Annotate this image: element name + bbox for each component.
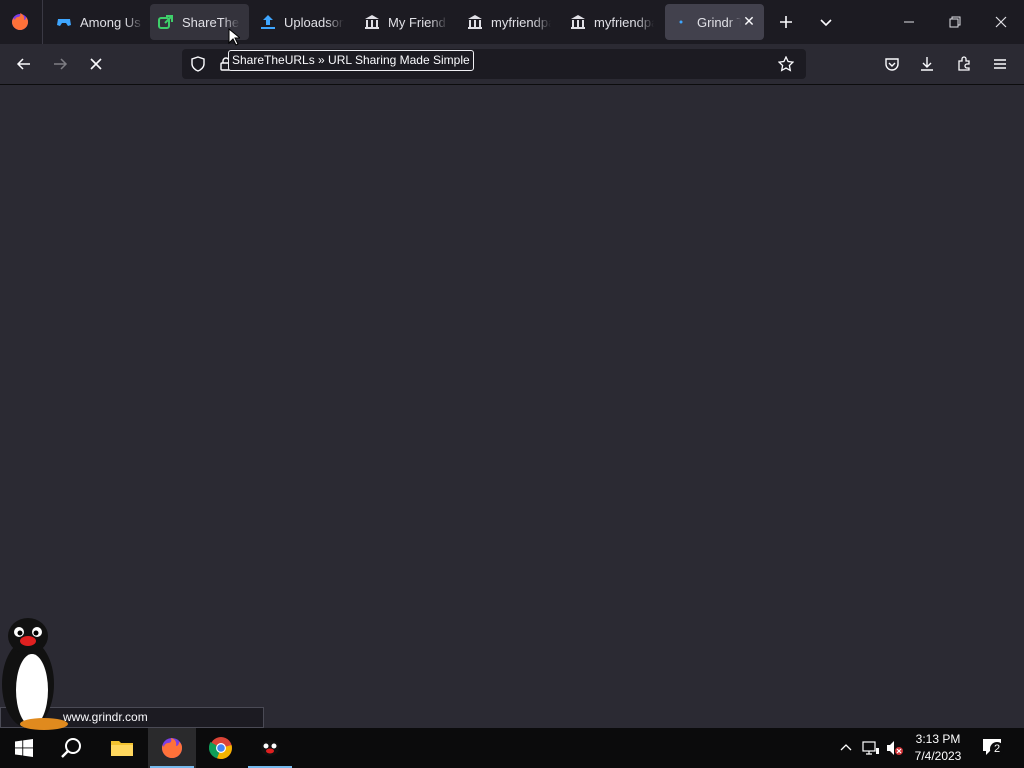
puzzle-piece-icon (958, 56, 970, 71)
chevron-down-icon (820, 19, 832, 27)
downloads-button[interactable] (911, 48, 943, 80)
system-clock[interactable]: 3:13 PM 7/4/2023 (904, 731, 972, 765)
loading-icon (673, 14, 689, 30)
list-all-tabs-button[interactable] (814, 10, 838, 34)
pocket-icon (885, 58, 899, 71)
clock-date: 7/4/2023 (914, 749, 962, 763)
taskbar-firefox[interactable] (148, 728, 196, 768)
taskbar-penguin-app[interactable] (246, 728, 294, 768)
forward-button[interactable] (44, 48, 76, 80)
search-icon (61, 738, 81, 758)
pocket-button[interactable] (876, 48, 908, 80)
windows-logo-icon (15, 739, 33, 757)
firefox-menu-icon[interactable] (8, 10, 32, 34)
new-tab-button[interactable] (774, 10, 798, 34)
tab-grindr-active[interactable]: Grindr T ✕ (665, 4, 764, 40)
tab-among-us[interactable]: Among Us (48, 4, 148, 40)
volume-muted-icon[interactable] (885, 738, 905, 758)
navigation-toolbar (0, 44, 1024, 85)
windows-taskbar: 3:13 PM 7/4/2023 2 (0, 728, 1024, 768)
stop-x-icon (90, 58, 102, 70)
chrome-icon (209, 737, 232, 760)
mouse-cursor-icon (228, 27, 242, 51)
show-hidden-icons-chevron-up-icon[interactable] (836, 738, 856, 758)
extensions-button[interactable] (948, 48, 980, 80)
tab-strip: Among Us ShareTheURLs Uploadsome My Frie… (0, 0, 1024, 44)
network-icon[interactable] (861, 738, 881, 758)
restore-button[interactable] (932, 0, 978, 44)
back-button[interactable] (8, 48, 40, 80)
penguin-icon (261, 740, 279, 756)
tab-my-friend-pay-1[interactable]: My Friend P (356, 4, 456, 40)
close-tab-icon[interactable]: ✕ (742, 14, 756, 28)
tab-my-friend-pay-2[interactable]: myfriendpay (459, 4, 559, 40)
close-icon (995, 16, 1007, 28)
action-center-button[interactable]: 2 (982, 738, 1004, 758)
minimize-icon (904, 21, 914, 23)
plus-icon (780, 16, 792, 28)
folder-icon (111, 741, 133, 756)
tab-my-friend-pay-3[interactable]: myfriendpay (562, 4, 662, 40)
bank-icon (570, 14, 586, 30)
taskbar-chrome[interactable] (197, 728, 245, 768)
tab-tooltip: ShareTheURLs » URL Sharing Made Simple (228, 50, 474, 71)
upload-icon (260, 14, 276, 30)
close-window-button[interactable] (978, 0, 1024, 44)
page-content-area (0, 86, 1024, 728)
notification-count-badge: 2 (990, 742, 1004, 756)
hamburger-menu-icon (994, 59, 1006, 69)
minimize-button[interactable] (886, 0, 932, 44)
tab-uploadsome[interactable]: Uploadsome (252, 4, 352, 40)
stop-button[interactable] (80, 48, 112, 80)
download-icon (921, 57, 933, 71)
bookmark-star-icon[interactable] (777, 55, 795, 72)
app-menu-button[interactable] (984, 48, 1016, 80)
penguin-mascot-icon[interactable] (0, 616, 70, 734)
tab-divider (42, 0, 43, 44)
bank-icon (467, 14, 483, 30)
arrow-right-icon (54, 58, 68, 70)
gamepad-icon (56, 14, 72, 30)
arrow-left-icon (16, 58, 30, 70)
bank-icon (364, 14, 380, 30)
share-icon (158, 14, 174, 30)
firefox-icon (162, 738, 182, 758)
tracking-protection-shield-icon[interactable] (190, 56, 206, 72)
clock-time: 3:13 PM (915, 732, 961, 746)
file-explorer-button[interactable] (98, 728, 146, 768)
restore-icon (949, 16, 961, 28)
